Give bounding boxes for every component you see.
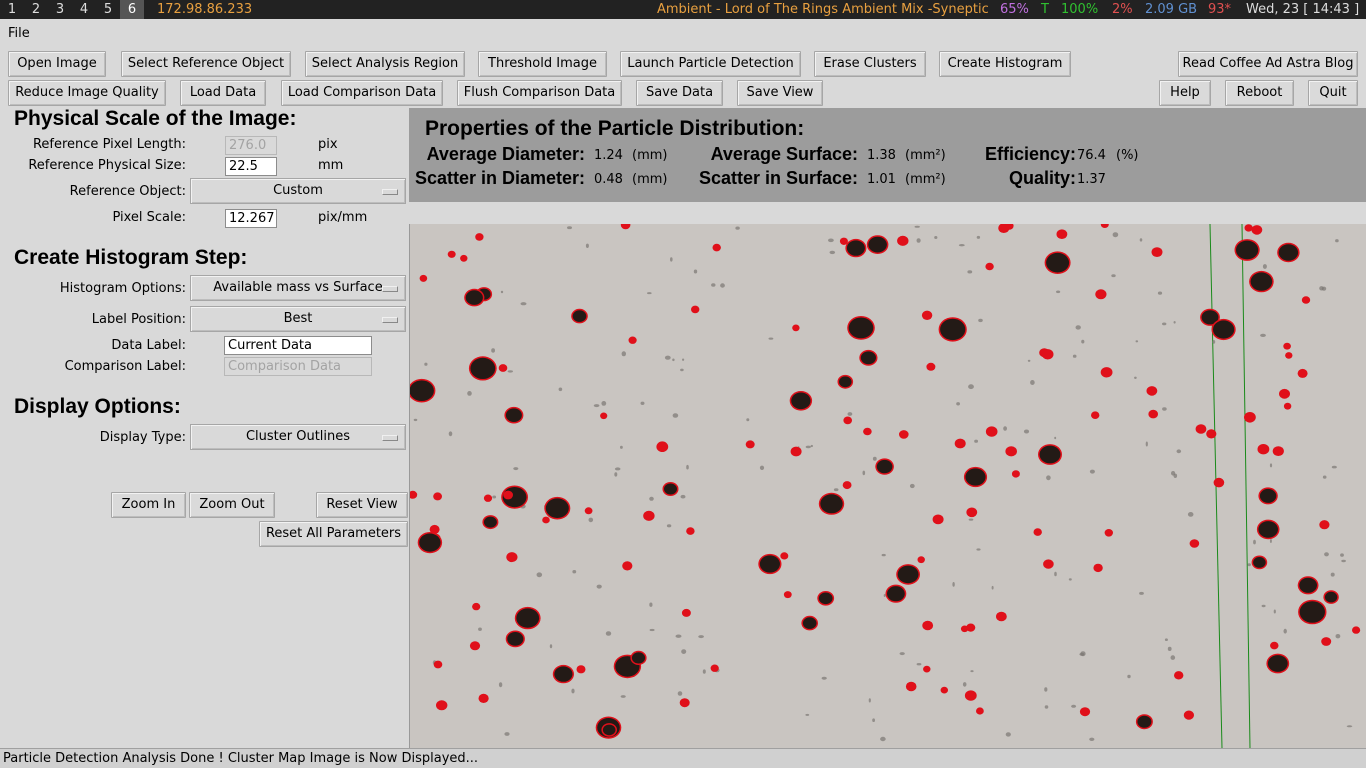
workspace-4[interactable]: 4 — [72, 0, 96, 19]
load-comparison-data-button[interactable]: Load Comparison Data — [281, 80, 443, 106]
quit-button[interactable]: Quit — [1308, 80, 1358, 106]
save-data-button[interactable]: Save Data — [636, 80, 723, 106]
help-button[interactable]: Help — [1159, 80, 1211, 106]
quality-value: 1.37 — [1077, 172, 1106, 187]
select-reference-object-button[interactable]: Select Reference Object — [121, 51, 291, 77]
open-image-button[interactable]: Open Image — [8, 51, 106, 77]
panel-spacer — [409, 202, 1366, 224]
comparison-label-label: Comparison Label: — [64, 359, 186, 374]
cluster-map-image — [410, 224, 1361, 748]
flush-comparison-data-button[interactable]: Flush Comparison Data — [457, 80, 622, 106]
average-surface-unit: (mm²) — [905, 148, 946, 163]
label-position-value: Best — [283, 311, 313, 326]
create-histogram-heading: Create Histogram Step: — [14, 246, 248, 269]
reboot-button[interactable]: Reboot — [1225, 80, 1294, 106]
histogram-options-dropdown[interactable]: Available mass vs Surface — [190, 275, 406, 301]
label-position-label: Label Position: — [91, 312, 186, 327]
scatter-surface-value: 1.01 — [867, 172, 896, 187]
cluster-map-view[interactable] — [409, 224, 1366, 748]
volume-level: 65% — [1000, 2, 1029, 17]
particle-properties-panel: Properties of the Particle Distribution:… — [409, 108, 1366, 202]
pixel-scale-field[interactable]: 12.267 — [225, 209, 277, 228]
reset-view-button[interactable]: Reset View — [316, 492, 408, 518]
media-title: Ambient - Lord of The Rings Ambient Mix … — [657, 2, 989, 17]
reset-all-parameters-button[interactable]: Reset All Parameters — [259, 521, 408, 547]
dropdown-caret-icon — [382, 286, 398, 292]
workspace-6[interactable]: 6 — [120, 0, 144, 19]
reference-object-label: Reference Object: — [69, 184, 186, 199]
physical-scale-heading: Physical Scale of the Image: — [14, 107, 297, 130]
reference-physical-size-field[interactable]: 22.5 — [225, 157, 277, 176]
reduce-image-quality-button[interactable]: Reduce Image Quality — [8, 80, 166, 106]
efficiency-unit: (%) — [1116, 148, 1139, 163]
display-options-heading: Display Options: — [14, 395, 181, 418]
read-blog-button[interactable]: Read Coffee Ad Astra Blog — [1178, 51, 1358, 77]
save-view-button[interactable]: Save View — [737, 80, 823, 106]
properties-heading: Properties of the Particle Distribution: — [425, 117, 805, 140]
reference-object-value: Custom — [273, 183, 323, 198]
data-label-field[interactable]: Current Data — [224, 336, 372, 355]
settings-panel: Physical Scale of the Image: Reference P… — [0, 107, 409, 748]
zoom-in-button[interactable]: Zoom In — [111, 492, 186, 518]
reference-object-dropdown[interactable]: Custom — [190, 178, 406, 204]
scatter-surface-label: Scatter in Surface: — [698, 168, 858, 188]
datetime: Wed, 23 [ 14:43 ] — [1246, 2, 1360, 17]
histogram-options-value: Available mass vs Surface — [213, 280, 383, 295]
select-analysis-region-button[interactable]: Select Analysis Region — [305, 51, 465, 77]
histogram-options-label: Histogram Options: — [59, 281, 186, 296]
status-bar: Particle Detection Analysis Done ! Clust… — [0, 748, 1366, 768]
reference-pixel-length-unit: pix — [318, 137, 338, 152]
average-surface-label: Average Surface: — [710, 144, 858, 164]
battery-label: T — [1041, 2, 1049, 17]
reference-pixel-length-field: 276.0 — [225, 136, 277, 155]
zoom-out-button[interactable]: Zoom Out — [189, 492, 275, 518]
temperature: 93* — [1208, 2, 1232, 17]
pixel-scale-label: Pixel Scale: — [112, 210, 186, 225]
reference-physical-size-label: Reference Physical Size: — [28, 158, 186, 173]
label-position-dropdown[interactable]: Best — [190, 306, 406, 332]
erase-clusters-button[interactable]: Erase Clusters — [814, 51, 926, 77]
load-data-button[interactable]: Load Data — [180, 80, 266, 106]
pixel-scale-unit: pix/mm — [318, 210, 368, 225]
system-bar: 1 2 3 4 5 6 172.98.86.233 Ambient - Lord… — [0, 0, 1366, 19]
comparison-label-field[interactable]: Comparison Data — [224, 357, 372, 376]
memory-usage: 2.09 GB — [1145, 2, 1198, 17]
battery-level: 100% — [1061, 2, 1099, 17]
file-menu[interactable]: File — [8, 26, 30, 41]
workspace-3[interactable]: 3 — [48, 0, 72, 19]
dropdown-caret-icon — [382, 317, 398, 323]
reference-pixel-length-label: Reference Pixel Length: — [32, 137, 186, 152]
average-diameter-value: 1.24 — [594, 148, 623, 163]
average-diameter-label: Average Diameter: — [426, 144, 585, 164]
launch-particle-detection-button[interactable]: Launch Particle Detection — [620, 51, 801, 77]
scatter-diameter-unit: (mm) — [632, 172, 668, 187]
ip-address: 172.98.86.233 — [157, 2, 253, 17]
display-type-label: Display Type: — [99, 430, 186, 445]
scatter-surface-unit: (mm²) — [905, 172, 946, 187]
workspace-2[interactable]: 2 — [24, 0, 48, 19]
scatter-diameter-value: 0.48 — [594, 172, 623, 187]
display-type-dropdown[interactable]: Cluster Outlines — [190, 424, 406, 450]
display-type-value: Cluster Outlines — [245, 429, 351, 444]
average-diameter-unit: (mm) — [632, 148, 668, 163]
create-histogram-button[interactable]: Create Histogram — [939, 51, 1071, 77]
cpu-usage: 2% — [1112, 2, 1133, 17]
quality-label: Quality: — [1008, 168, 1076, 188]
menubar: File — [0, 19, 1366, 48]
dropdown-caret-icon — [382, 435, 398, 441]
workspace-1[interactable]: 1 — [0, 0, 24, 19]
dropdown-caret-icon — [382, 189, 398, 195]
average-surface-value: 1.38 — [867, 148, 896, 163]
efficiency-label: Efficiency: — [984, 144, 1076, 164]
scatter-diameter-label: Scatter in Diameter: — [414, 168, 585, 188]
data-label-label: Data Label: — [111, 338, 186, 353]
efficiency-value: 76.4 — [1077, 148, 1106, 163]
threshold-image-button[interactable]: Threshold Image — [478, 51, 607, 77]
reference-physical-size-unit: mm — [318, 158, 344, 173]
workspace-5[interactable]: 5 — [96, 0, 120, 19]
